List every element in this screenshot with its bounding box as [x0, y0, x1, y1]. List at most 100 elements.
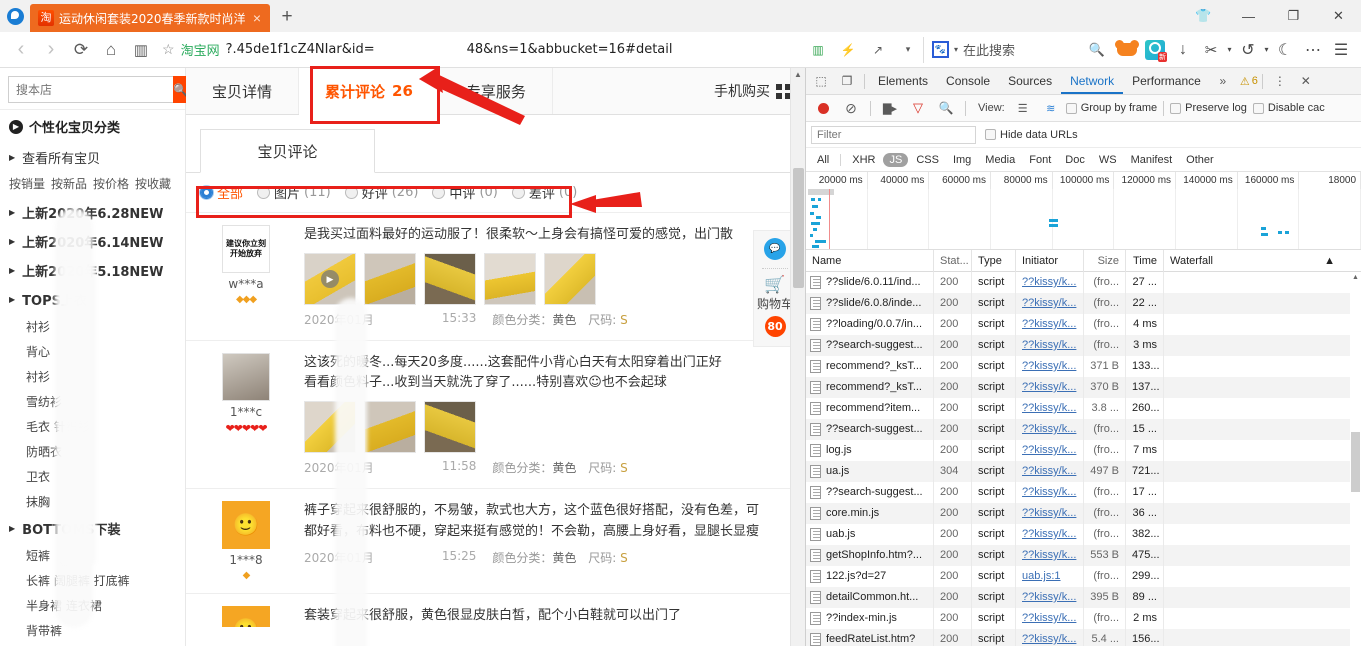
- back-icon[interactable]: ‹: [6, 36, 36, 64]
- filter-icon[interactable]: ▽: [905, 95, 931, 121]
- initiator-link[interactable]: ??kissy/k...: [1022, 507, 1076, 519]
- sidebar-item-tops[interactable]: ▶ TOPS上衣: [0, 285, 185, 314]
- forward-icon[interactable]: ›: [36, 36, 66, 64]
- cart-icon[interactable]: 🛒: [764, 275, 785, 295]
- waterfall-view-icon[interactable]: ≋: [1038, 95, 1064, 121]
- column-time[interactable]: Time: [1126, 250, 1164, 272]
- column-type[interactable]: Type: [972, 250, 1016, 272]
- scroll-up-icon[interactable]: ▲: [1350, 272, 1361, 283]
- tab-close-icon[interactable]: ×: [250, 10, 264, 26]
- type-filter-ws[interactable]: WS: [1093, 153, 1123, 167]
- search-input-placeholder[interactable]: 在此搜索: [963, 40, 1084, 59]
- table-row[interactable]: recommend?item... 200 script ??kissy/k... 3.…: [806, 398, 1361, 419]
- table-row[interactable]: 122.js?d=27 200 script uab.js:1 (fro... 299..…: [806, 566, 1361, 587]
- type-filter-font[interactable]: Font: [1023, 153, 1057, 167]
- menu-icon[interactable]: ☰: [1327, 36, 1355, 64]
- chat-bubble-icon[interactable]: 💬: [764, 238, 786, 260]
- sidebar-subitem-3[interactable]: 雪纺衫: [0, 389, 185, 414]
- scroll-up-icon[interactable]: ▲: [791, 68, 805, 82]
- search-icon[interactable]: 🔍: [933, 95, 959, 121]
- share-icon[interactable]: ↗: [863, 36, 893, 64]
- scissors-icon[interactable]: ✂: [1197, 36, 1225, 64]
- table-row[interactable]: core.min.js 200 script ??kissy/k... (fro... 3…: [806, 503, 1361, 524]
- initiator-link[interactable]: ??kissy/k...: [1022, 528, 1076, 540]
- scissors-chevron-icon[interactable]: ▾: [1225, 36, 1234, 64]
- skin-icon[interactable]: 👕: [1181, 0, 1226, 32]
- initiator-link[interactable]: ??kissy/k...: [1022, 591, 1076, 603]
- scrollbar-thumb[interactable]: [1351, 432, 1360, 492]
- sidebar-item-all-goods[interactable]: ▶ 查看所有宝贝: [0, 143, 185, 172]
- browser-tab[interactable]: 淘 运动休闲套装2020春季新款时尚洋气 ×: [30, 4, 270, 32]
- tab-console[interactable]: Console: [937, 68, 999, 94]
- column-status[interactable]: Stat...: [934, 250, 972, 272]
- sidebar-item-bottoms[interactable]: ▶ BOTTOMS下装: [0, 514, 185, 543]
- device-toggle-icon[interactable]: ❐: [834, 68, 860, 94]
- close-window-icon[interactable]: ✕: [1316, 0, 1361, 32]
- tab-performance[interactable]: Performance: [1123, 68, 1210, 94]
- group-by-frame-checkbox[interactable]: Group by frame: [1065, 102, 1157, 114]
- shop-search[interactable]: 🔍: [8, 76, 188, 103]
- tab-item-detail[interactable]: 宝贝详情: [186, 68, 300, 114]
- app-center-icon[interactable]: 新: [1141, 36, 1169, 64]
- sidebar-subitem-1[interactable]: 背心: [0, 339, 185, 364]
- review-thumb[interactable]: [364, 401, 416, 454]
- maximize-icon[interactable]: ❐: [1271, 0, 1316, 32]
- address-bar[interactable]: ☆ 淘宝网 ?.45de1f1cZ4NIar&id= 48&ns=1&abbuc…: [162, 37, 797, 63]
- shop-search-input[interactable]: [8, 76, 173, 103]
- home-icon[interactable]: ⌂: [96, 36, 126, 64]
- inspect-icon[interactable]: ⬚: [808, 68, 834, 94]
- hide-data-urls-checkbox[interactable]: Hide data URLs: [985, 129, 1078, 141]
- sidebar-subitem-5[interactable]: 防晒衣: [0, 439, 185, 464]
- more-icon[interactable]: ⋯: [1299, 36, 1327, 64]
- filter-images[interactable]: 图片 (11): [257, 183, 331, 202]
- tab-elements[interactable]: Elements: [869, 68, 937, 94]
- camera-icon[interactable]: ▇▸: [877, 95, 903, 121]
- initiator-link[interactable]: ??kissy/k...: [1022, 402, 1076, 414]
- search-engine-chevron-icon[interactable]: ▾: [954, 45, 958, 54]
- reload-icon[interactable]: ⟳: [66, 36, 96, 64]
- type-filter-all[interactable]: All: [811, 153, 835, 167]
- filter-positive[interactable]: 好评 (26): [344, 183, 418, 202]
- sort-option-price[interactable]: 按价格: [93, 175, 129, 192]
- devtools-close-icon[interactable]: ✕: [1293, 68, 1319, 94]
- timeline-selection[interactable]: [808, 189, 834, 195]
- sidebar-item-new-614[interactable]: ▶ 上新2020年6.14NEW: [0, 227, 185, 256]
- disable-cache-checkbox[interactable]: Disable cac: [1252, 102, 1325, 114]
- tab-sources[interactable]: Sources: [999, 68, 1061, 94]
- download-icon[interactable]: ↓: [1169, 36, 1197, 64]
- type-filter-other[interactable]: Other: [1180, 153, 1220, 167]
- sidebar-bottom-subitem-3[interactable]: 背带裤: [0, 618, 185, 643]
- minimize-icon[interactable]: —: [1226, 0, 1271, 32]
- table-row[interactable]: ??search-suggest... 200 script ??kissy/k...…: [806, 419, 1361, 440]
- table-row[interactable]: ??search-suggest... 200 script ??kissy/k...…: [806, 335, 1361, 356]
- review-thumb[interactable]: [364, 253, 416, 306]
- initiator-link[interactable]: ??kissy/k...: [1022, 381, 1076, 393]
- sidebar-subitem-0[interactable]: 衬衫: [0, 314, 185, 339]
- warning-badge[interactable]: ⚠ 6: [1240, 75, 1258, 88]
- review-thumb[interactable]: [544, 253, 596, 306]
- review-thumb[interactable]: [424, 401, 476, 454]
- history-chevron-icon[interactable]: ▾: [1262, 36, 1271, 64]
- record-icon[interactable]: [810, 95, 836, 121]
- initiator-link[interactable]: ??kissy/k...: [1022, 276, 1076, 288]
- gamepad-icon[interactable]: [1113, 36, 1141, 64]
- initiator-link[interactable]: ??kissy/k...: [1022, 297, 1076, 309]
- review-thumb-video[interactable]: ▶: [304, 253, 356, 306]
- new-tab-button[interactable]: +: [270, 4, 304, 32]
- initiator-link[interactable]: ??kissy/k...: [1022, 339, 1076, 351]
- initiator-link[interactable]: ??kissy/k...: [1022, 549, 1076, 561]
- history-icon[interactable]: ↺: [1234, 36, 1262, 64]
- initiator-link[interactable]: ??kissy/k...: [1022, 465, 1076, 477]
- preserve-log-checkbox[interactable]: Preserve log: [1170, 102, 1247, 114]
- table-row[interactable]: recommend?_ksT... 200 script ??kissy/k... 37…: [806, 356, 1361, 377]
- sidebar-subitem-2[interactable]: 衬衫: [0, 364, 185, 389]
- table-row[interactable]: ??loading/0.0.7/in... 200 script ??kissy/k.…: [806, 314, 1361, 335]
- table-row[interactable]: recommend?_ksT... 200 script ??kissy/k... 37…: [806, 377, 1361, 398]
- tab-exclusive-service[interactable]: 专享服务: [440, 68, 553, 114]
- devtools-kebab-icon[interactable]: ⋮: [1267, 68, 1293, 94]
- type-filter-js[interactable]: JS: [883, 152, 909, 167]
- review-thumb[interactable]: [304, 401, 356, 454]
- baidu-paw-icon[interactable]: 🐾: [932, 41, 949, 58]
- type-filter-manifest[interactable]: Manifest: [1125, 153, 1179, 167]
- review-thumb[interactable]: [424, 253, 476, 306]
